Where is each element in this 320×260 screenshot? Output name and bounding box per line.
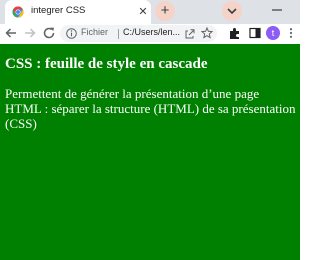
reload-icon[interactable] [42,26,56,40]
side-panel-icon[interactable] [249,27,261,39]
info-icon[interactable] [66,28,77,39]
minimize-window-icon[interactable] [258,3,294,17]
back-arrow-icon[interactable] [4,26,18,40]
forward-arrow-icon[interactable] [23,26,37,40]
tab-search-button[interactable] [222,1,242,21]
tab-close-icon[interactable]: ✕ [137,6,149,18]
new-tab-button[interactable]: + [155,1,175,21]
page-heading: CSS : feuille de style en cascade [5,56,208,72]
url-text[interactable]: C:/Users/len... [123,27,180,37]
extensions-puzzle-icon[interactable] [228,27,241,40]
share-icon[interactable] [184,28,195,39]
page-paragraph: Permettent de générer la présentation d’… [5,86,296,131]
address-bar[interactable]: Fichier C:/Users/len... [60,25,217,42]
address-divider [118,29,119,39]
profile-avatar[interactable]: t [266,26,280,40]
tab-title: integrer CSS [31,5,86,16]
page-viewport: CSS : feuille de style en cascade Permet… [0,44,300,260]
chrome-page-icon [12,6,24,18]
bookmark-star-icon[interactable] [201,27,213,39]
browser-toolbar: Fichier C:/Users/len... t [0,24,300,43]
more-menu-icon[interactable] [285,27,297,39]
chevron-down-icon [227,8,237,15]
tab-strip: integrer CSS ✕ + [0,0,300,24]
security-label: Fichier [81,27,109,37]
tab-integrer-css[interactable]: integrer CSS ✕ [5,0,151,24]
